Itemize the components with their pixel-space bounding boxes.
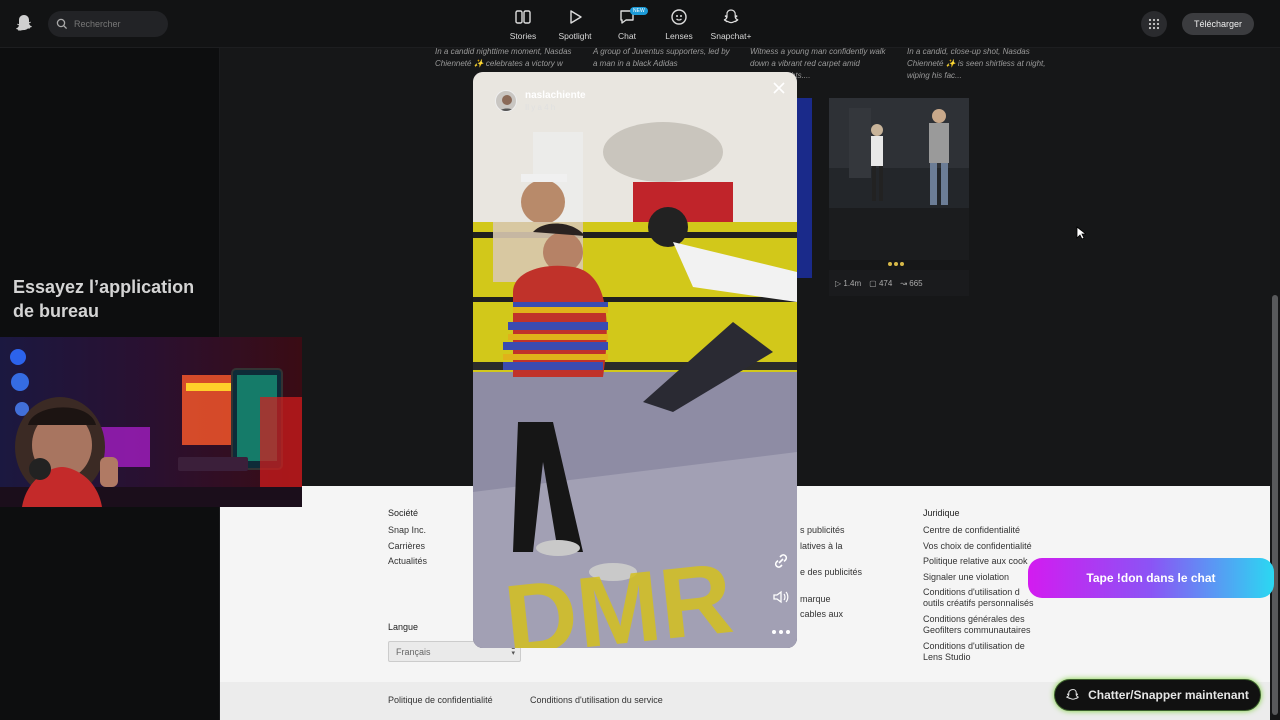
pagination-dots — [888, 262, 904, 266]
copy-link-button[interactable] — [771, 551, 791, 571]
footer-link[interactable]: Geofilters communautaires — [923, 625, 1031, 636]
new-badge: NEW — [630, 7, 648, 15]
search-bar[interactable] — [48, 11, 168, 37]
nav-label: Lenses — [665, 31, 693, 41]
grid-icon — [1148, 18, 1160, 30]
close-button[interactable] — [772, 81, 786, 95]
speaker-icon — [773, 590, 789, 604]
nav-spotlight[interactable]: Spotlight — [550, 8, 600, 41]
footer-link[interactable]: Carrières — [388, 541, 425, 552]
footer-link[interactable]: Actualités — [388, 556, 427, 567]
avatar[interactable] — [495, 90, 517, 112]
chat-snap-now-button[interactable]: Chatter/Snapper maintenant — [1054, 679, 1261, 711]
footer-link[interactable]: e des publicités — [800, 567, 862, 578]
stories-icon — [515, 10, 531, 24]
story-tile-stats: ▷ 1.4m ▢ 474 ↝ 665 — [829, 270, 969, 296]
footer-link[interactable]: Lens Studio — [923, 652, 971, 663]
footer-heading-company: Société — [388, 508, 419, 518]
shares-stat: ↝ 665 — [900, 278, 923, 288]
nav-stories[interactable]: Stories — [498, 8, 548, 41]
footer-link[interactable]: Vos choix de confidentialité — [923, 541, 1032, 552]
more-dots-icon — [772, 630, 790, 634]
stream-chat-overlay-banner: Tape !don dans le chat — [1028, 558, 1274, 598]
nav-label: Stories — [509, 31, 537, 41]
volume-button[interactable] — [772, 589, 790, 605]
video-frame: DMR — [473, 72, 797, 648]
play-icon — [570, 10, 582, 24]
top-bar: Stories Spotlight NEW Chat Lenses Snapch… — [0, 0, 1280, 48]
post-time: Il y a 4 h — [525, 103, 556, 112]
footer-link[interactable]: marque — [800, 594, 831, 605]
more-options-button[interactable] — [771, 624, 791, 634]
footer-link[interactable]: Signaler une violation — [923, 572, 1009, 583]
nav-label: Spotlight — [558, 31, 592, 41]
search-input[interactable] — [74, 19, 154, 29]
footer-link[interactable]: Conditions d'utilisation d — [923, 587, 1020, 598]
author-username[interactable]: naslachiente — [525, 90, 586, 101]
footer-bottom-link[interactable]: Politique de confidentialité — [388, 695, 493, 706]
comments-stat: ▢ 474 — [869, 278, 893, 288]
story-caption[interactable]: In a candid nighttime moment, Nasdas Chi… — [435, 46, 575, 70]
footer-link[interactable]: outils créatifs personnalisés — [923, 598, 1034, 609]
footer-link[interactable]: latives à la — [800, 541, 843, 552]
story-caption[interactable]: In a candid, close-up shot, Nasdas Chien… — [907, 46, 1047, 82]
snapchat-logo-icon[interactable] — [14, 13, 34, 33]
desktop-app-promo-title: Essayez l’application de bureau — [13, 277, 195, 321]
page-scrollbar-thumb[interactable] — [1272, 295, 1278, 715]
footer-link[interactable]: s publicités — [800, 525, 845, 536]
chat-now-label: Chatter/Snapper maintenant — [1088, 688, 1249, 702]
nav-chat[interactable]: NEW Chat — [602, 7, 652, 41]
story-author[interactable]: naslachiente Il y a 4 h — [495, 90, 586, 112]
story-tile-thumbnail[interactable] — [797, 98, 812, 278]
ghost-plus-icon — [723, 9, 739, 24]
story-video-player[interactable]: DMR — [473, 72, 797, 648]
footer-bottom-link[interactable]: Conditions d'utilisation du service — [530, 695, 663, 706]
footer-heading-legal: Juridique — [923, 508, 960, 518]
close-icon — [773, 82, 785, 94]
footer-link[interactable]: Snap Inc. — [388, 525, 426, 536]
footer-link[interactable]: Centre de confidentialité — [923, 525, 1020, 536]
nav-label: Snapchat+ — [710, 31, 752, 41]
story-tile-thumbnail[interactable] — [829, 98, 969, 260]
footer-link[interactable]: Conditions générales des — [923, 614, 1025, 625]
views-stat: ▷ 1.4m — [835, 278, 862, 288]
link-icon — [774, 554, 788, 568]
apps-grid-button[interactable] — [1141, 11, 1167, 37]
search-icon — [56, 18, 68, 30]
nav-label: Chat — [618, 31, 636, 41]
language-label: Langue — [388, 622, 419, 632]
nav-snapchat-plus[interactable]: Snapchat+ — [706, 8, 756, 41]
story-caption[interactable]: A group of Juventus supporters, led by a… — [593, 46, 733, 70]
download-button[interactable]: Télécharger — [1182, 13, 1254, 35]
nav-lenses[interactable]: Lenses — [654, 8, 704, 41]
footer-link[interactable]: Conditions d'utilisation de — [923, 641, 1025, 652]
lenses-icon — [671, 9, 687, 25]
streamer-webcam-overlay — [0, 337, 302, 507]
language-value: Français — [396, 646, 431, 657]
footer-link[interactable]: cables aux — [800, 609, 843, 620]
ghost-icon — [1066, 688, 1079, 700]
mouse-cursor-icon — [1076, 226, 1088, 245]
footer-link[interactable]: Politique relative aux cook — [923, 556, 1028, 567]
